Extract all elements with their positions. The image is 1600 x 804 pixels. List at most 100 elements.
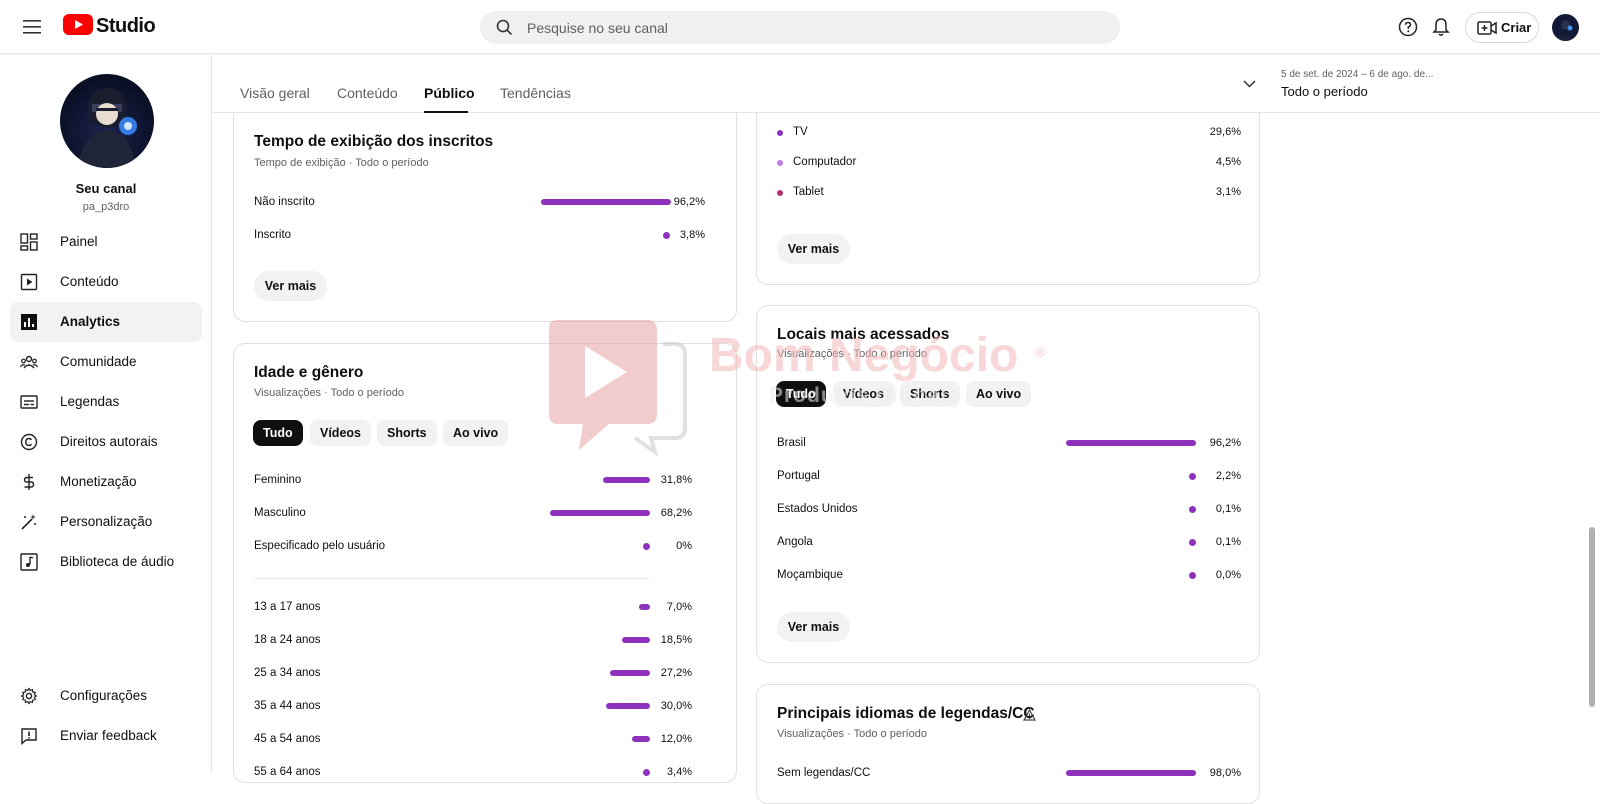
card-subtitle: Visualizações · Todo o período xyxy=(254,387,405,399)
row-label: Não inscrito xyxy=(254,196,315,208)
top-locations-card: Locais mais acessados Visualizações · To… xyxy=(756,305,1260,663)
sidebar-item-biblioteca-de-audio[interactable]: Biblioteca de áudio xyxy=(10,542,202,582)
legend-dot xyxy=(777,130,783,136)
sidebar-item-monetizacao[interactable]: Monetização xyxy=(10,462,202,502)
sidebar-item-legendas[interactable]: Legendas xyxy=(10,382,202,422)
sidebar-item-label: Analytics xyxy=(60,314,121,329)
chip-tudo[interactable]: Tudo xyxy=(776,381,826,407)
subtitles-icon xyxy=(20,395,38,409)
row-label: Tablet xyxy=(793,186,824,198)
row-label: Computador xyxy=(793,156,857,168)
row-value: 96,2% xyxy=(1209,437,1241,449)
chip-ao-vivo[interactable]: Ao vivo xyxy=(966,381,1032,407)
sidebar-item-label: Conteúdo xyxy=(60,274,119,289)
tab-tendencias[interactable]: Tendências xyxy=(500,85,571,101)
channel-avatar[interactable] xyxy=(60,74,154,168)
card-title: Principais idiomas de legendas/CC xyxy=(777,705,1035,722)
row-label: 35 a 44 anos xyxy=(254,700,321,712)
see-more-button[interactable]: Ver mais xyxy=(254,271,327,301)
row-label: 55 a 64 anos xyxy=(254,766,321,778)
row-value: 0,0% xyxy=(1215,569,1241,581)
sidebar-item-configuracoes[interactable]: Configurações xyxy=(10,676,202,716)
sidebar-item-label: Legendas xyxy=(60,394,120,409)
row-value: 3,4% xyxy=(666,766,692,778)
device-type-card: TV 29,6% Computador 4,5% Tablet 3,1% Ver… xyxy=(756,100,1260,285)
chip-videos[interactable]: Vídeos xyxy=(833,381,894,407)
sidebar-item-label: Monetização xyxy=(60,474,137,489)
chip-shorts[interactable]: Shorts xyxy=(900,381,960,407)
sidebar-item-label: Comunidade xyxy=(60,354,137,369)
menu-icon[interactable] xyxy=(20,15,44,39)
community-icon xyxy=(20,355,38,369)
active-tab-indicator xyxy=(424,111,468,113)
date-range-text[interactable]: 5 de set. de 2024 – 6 de ago. de... xyxy=(1281,69,1433,80)
card-title: Locais mais acessados xyxy=(777,326,950,343)
sidebar-item-analytics[interactable]: Analytics xyxy=(10,302,202,342)
chip-tudo[interactable]: Tudo xyxy=(253,420,303,446)
sidebar-item-painel[interactable]: Painel xyxy=(10,222,202,262)
row-label: Moçambique xyxy=(777,569,843,581)
chip-videos[interactable]: Vídeos xyxy=(310,420,371,446)
legend-dot xyxy=(777,160,783,166)
sidebar-item-direitos-autorais[interactable]: Direitos autorais xyxy=(10,422,202,462)
sidebar-item-label: Enviar feedback xyxy=(60,728,157,743)
row-value: 12,0% xyxy=(660,733,692,745)
copyright-icon xyxy=(20,433,38,451)
row-value: 68,2% xyxy=(660,507,692,519)
card-title: Tempo de exibição dos inscritos xyxy=(254,133,494,150)
card-subtitle: Tempo de exibição · Todo o período xyxy=(254,157,429,169)
row-value: 30,0% xyxy=(660,700,692,712)
search-icon xyxy=(496,19,513,36)
row-label: Masculino xyxy=(254,507,306,519)
percent-bar xyxy=(1066,440,1196,446)
row-label: Inscrito xyxy=(254,229,292,241)
sidebar: Seu canal pa_p3dro Painel Conteúdo Analy… xyxy=(0,55,212,773)
row-value: 98,0% xyxy=(1209,767,1241,779)
feedback-icon xyxy=(21,728,37,745)
row-value: 7,0% xyxy=(666,601,692,613)
warning-icon[interactable] xyxy=(1023,709,1036,721)
card-subtitle: Visualizações · Todo o período xyxy=(777,728,928,740)
sidebar-item-conteudo[interactable]: Conteúdo xyxy=(10,262,202,302)
row-label: 13 a 17 anos xyxy=(254,601,321,613)
sidebar-item-personalizacao[interactable]: Personalização xyxy=(10,502,202,542)
period-selector[interactable]: Todo o período xyxy=(1281,84,1368,99)
row-value: 4,5% xyxy=(1215,156,1241,168)
row-label: 18 a 24 anos xyxy=(254,634,321,646)
chip-shorts[interactable]: Shorts xyxy=(377,420,437,446)
row-label: Feminino xyxy=(254,474,302,486)
audio-library-icon xyxy=(20,553,38,571)
row-label: 45 a 54 anos xyxy=(254,733,321,745)
dashboard-icon xyxy=(20,233,38,251)
age-gender-card: Idade e gênero Visualizações · Todo o pe… xyxy=(233,343,737,783)
sidebar-item-enviar-feedback[interactable]: Enviar feedback xyxy=(10,716,202,756)
tab-publico[interactable]: Público xyxy=(424,85,475,101)
row-label: Angola xyxy=(777,536,813,548)
chip-ao-vivo[interactable]: Ao vivo xyxy=(443,420,509,446)
chevron-down-icon[interactable] xyxy=(1243,80,1256,88)
tab-visao-geral[interactable]: Visão geral xyxy=(240,85,310,101)
see-more-button[interactable]: Ver mais xyxy=(777,612,850,642)
legend-dot xyxy=(777,190,783,196)
dollar-icon xyxy=(23,474,35,490)
card-title: Idade e gênero xyxy=(254,364,364,381)
percent-bar xyxy=(1066,770,1196,776)
row-value: 3,8% xyxy=(679,229,705,241)
help-icon[interactable] xyxy=(1397,16,1419,38)
tab-conteudo[interactable]: Conteúdo xyxy=(337,85,398,101)
row-value: 3,1% xyxy=(1215,186,1241,198)
row-value: 0% xyxy=(676,540,692,552)
row-value: 29,6% xyxy=(1209,126,1241,138)
page-scrollbar[interactable] xyxy=(1589,527,1595,707)
search-input[interactable]: Pesquise no seu canal xyxy=(480,11,1120,44)
notifications-bell-icon[interactable] xyxy=(1430,16,1452,38)
create-button[interactable]: Criar xyxy=(1465,12,1539,43)
see-more-button[interactable]: Ver mais xyxy=(777,234,850,264)
row-label: Brasil xyxy=(777,437,806,449)
sidebar-item-comunidade[interactable]: Comunidade xyxy=(10,342,202,382)
row-value: 31,8% xyxy=(660,474,692,486)
sidebar-item-label: Painel xyxy=(60,234,98,249)
content-icon xyxy=(20,273,38,291)
account-avatar[interactable] xyxy=(1552,14,1579,41)
sidebar-item-label: Direitos autorais xyxy=(60,434,158,449)
